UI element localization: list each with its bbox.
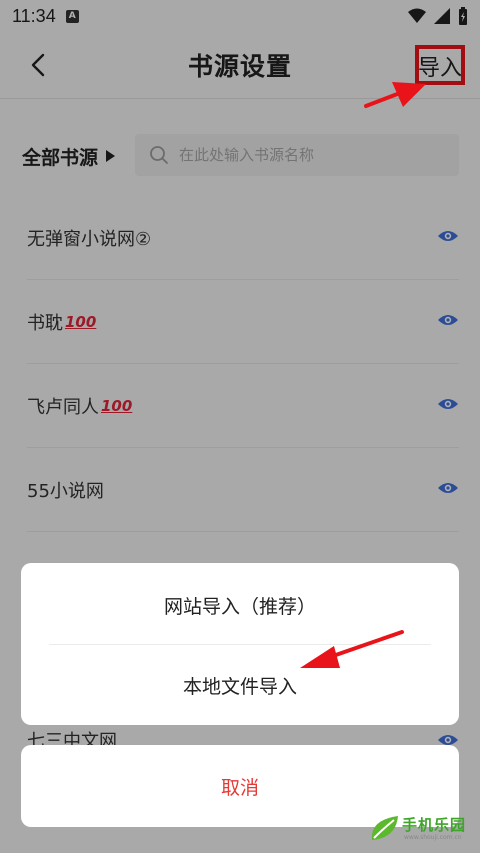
local-file-import-option[interactable]: 本地文件导入	[21, 645, 459, 725]
modal-overlay[interactable]	[0, 0, 480, 853]
watermark-logo: 手机乐园 www.shouji.com.cn	[368, 808, 476, 850]
leaf-logo-icon	[371, 816, 398, 840]
import-action-sheet: 网站导入（推荐） 本地文件导入	[21, 563, 459, 725]
web-import-option[interactable]: 网站导入（推荐）	[21, 565, 459, 645]
watermark-url: www.shouji.com.cn	[404, 834, 462, 841]
watermark-text: 手机乐园	[402, 816, 467, 834]
